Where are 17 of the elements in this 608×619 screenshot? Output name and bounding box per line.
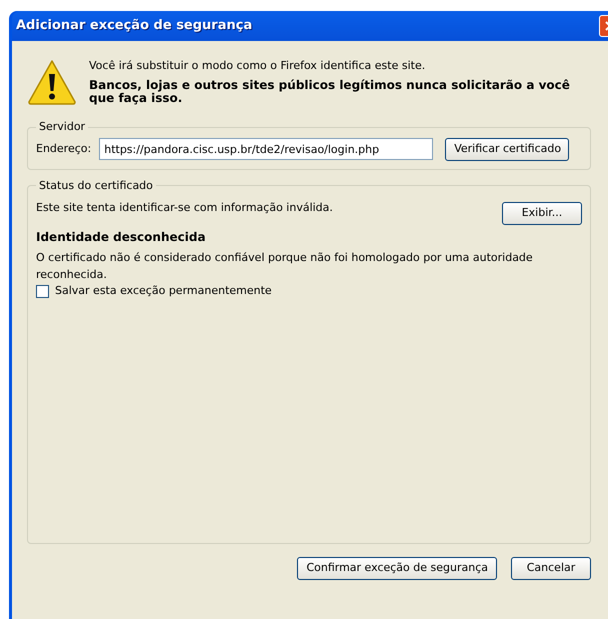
save-checkbox[interactable] [36,284,49,298]
status-heading: Identidade desconhecida [36,229,207,246]
warning-message: Você irá substituir o modo como o Firefox identifica este site. [89,58,426,74]
warning-icon [27,59,77,105]
status-detail: O certificado não é considerado confiável porque não foi homologado por uma autoridade reconhecida. [36,250,534,282]
window-title: Adicionar exceção de segurança [16,17,252,36]
view-button[interactable]: Exibir... [502,202,582,225]
address-label: Endereço: [36,140,92,157]
address-field[interactable]: https://pandora.cisc.usp.br/tde2/revisao/login.php [99,138,434,160]
server-legend: Servidor [36,119,88,136]
status-summary: Este site tenta identificar-se com informação inválida. [36,200,333,216]
status-legend: Status do certificado [36,178,156,194]
verify-certificate-button[interactable]: Verificar certificado [445,138,570,160]
cancel-button[interactable]: Cancelar [511,556,591,580]
confirm-button[interactable]: Confirmar exceção de segurança [297,556,497,580]
warning-emphasis: Bancos, lojas e outros sites públicos legítimos nunca solicitarão a você que faça isso. [89,78,571,104]
save-checkbox-label: Salvar esta exceção permanentemente [55,283,272,299]
